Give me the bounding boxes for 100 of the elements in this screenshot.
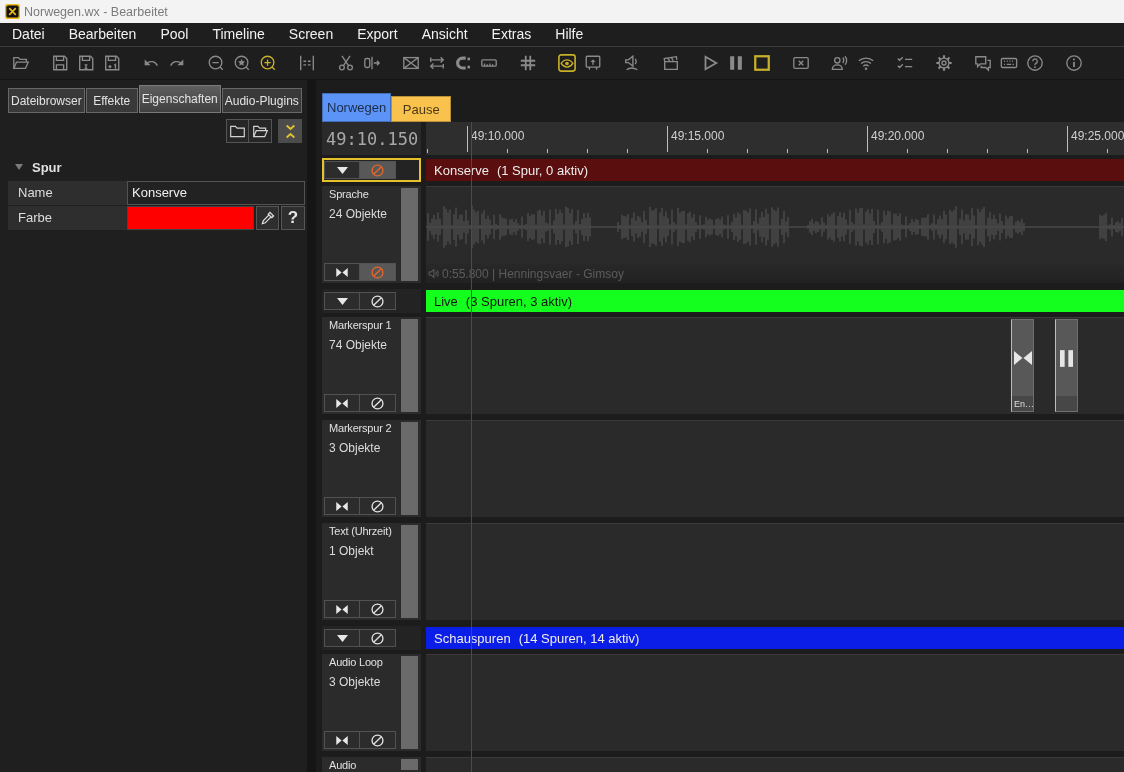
track-header[interactable]: Audio [322,757,421,772]
app-logo-icon [5,4,20,19]
slash-circle-icon [371,733,384,747]
menu-item[interactable]: Ansicht [409,23,480,46]
track-handle[interactable] [401,656,418,749]
track-handle[interactable] [401,319,418,412]
track-header[interactable]: Text (Uhrzeit) 1 Objekt [322,523,421,620]
expand-button[interactable] [324,292,360,310]
caret-down-icon [336,297,348,305]
save-plus-icon[interactable] [103,54,121,72]
timeline-marker[interactable]: En… [1011,319,1034,412]
info-icon[interactable] [1065,54,1083,72]
split-icon[interactable] [363,54,381,72]
caret-down-icon [336,166,348,174]
bowtie-button[interactable] [324,263,360,281]
settings-icon[interactable] [935,54,953,72]
deactivate-button[interactable] [360,394,396,412]
panel-tab[interactable]: Audio-Plugins [221,88,302,113]
menu-item[interactable]: Extras [479,23,544,46]
menu-item[interactable]: Timeline [200,23,277,46]
deactivate-button[interactable] [360,497,396,515]
deactivate-button[interactable] [360,600,396,618]
chat-icon[interactable] [974,54,992,72]
track-handle[interactable] [401,422,418,515]
track-handle[interactable] [401,525,418,618]
speaker-icon [428,268,439,279]
swap-arrows-icon[interactable] [428,54,446,72]
track-name: Text (Uhrzeit) [328,525,392,538]
eyedropper-button[interactable] [256,206,279,230]
caret-down-icon [336,634,348,642]
time-ruler[interactable]: 49:10.000 49:15.000 49:20.000 49:25.000 [426,122,1124,155]
collapse-button[interactable] [278,119,302,143]
close-box-icon[interactable] [792,54,810,72]
bowtie-icon [336,501,348,511]
bowtie-button[interactable] [324,731,360,749]
panel-tab[interactable]: Effekte [85,88,138,113]
timeline-tab[interactable]: Pause [391,96,452,122]
slash-circle-icon [371,499,384,513]
clapperboard-icon[interactable] [662,54,680,72]
timeline-tab[interactable]: Norwegen [322,93,392,122]
screen-upload-icon[interactable] [584,54,602,72]
bowtie-icon [336,398,348,408]
timeline-marker[interactable] [1055,319,1078,412]
magnet-icon[interactable] [454,54,472,72]
group-name: Live [434,293,458,309]
menu-item[interactable]: Export [345,23,410,46]
stop-icon[interactable] [753,54,771,72]
ruler-label: 49:20.000 [871,129,925,143]
save-icon[interactable] [51,54,69,72]
bowtie-icon [336,604,348,614]
wifi-icon[interactable] [857,54,875,72]
menu-item[interactable]: Datei [0,23,57,46]
window-title: Norwegen.wx - Bearbeitet [24,4,168,19]
zoom-out-icon[interactable] [207,54,225,72]
menu-item[interactable]: Hilfe [543,23,596,46]
bowtie-button[interactable] [324,497,360,515]
color-field[interactable] [127,206,254,230]
star-circle-icon[interactable] [233,54,251,72]
deactivate-button[interactable] [360,731,396,749]
menu-item[interactable]: Pool [148,23,201,46]
marker-label: En… [1014,398,1034,409]
slash-circle-icon [371,294,384,308]
deactivate-button[interactable] [360,292,396,310]
deactivate-button[interactable] [360,629,396,647]
track-name: Audio [328,759,357,772]
object-count: 24 Objekte [328,208,388,221]
help-icon[interactable] [1026,54,1044,72]
property-label: Name [8,181,127,205]
bowtie-button[interactable] [324,600,360,618]
expand-button[interactable] [324,629,360,647]
bowtie-button[interactable] [324,394,360,412]
bowtie-box-icon[interactable] [402,54,420,72]
bowtie-icon [336,267,348,277]
property-label: Farbe [8,206,127,230]
group-summary: (1 Spur, 0 aktiv) [496,162,588,178]
track-header[interactable]: Audio Loop 3 Objekte [322,654,421,751]
align-icon[interactable] [298,54,316,72]
slash-circle-icon [371,631,384,645]
new-folder-button[interactable] [226,119,249,143]
eye-icon[interactable] [558,54,576,72]
panel-tab[interactable]: Eigenschaften [138,85,221,113]
pause-icon[interactable] [727,54,745,72]
menu-item[interactable]: Bearbeiten [56,23,149,46]
track-header[interactable]: Markerspur 1 74 Objekte [322,317,421,414]
track-handle[interactable] [401,188,418,281]
group-summary: (14 Spuren, 14 aktiv) [518,630,640,646]
person-speaking-icon[interactable] [831,54,849,72]
zoom-in-icon[interactable] [259,54,277,72]
save-as-icon[interactable] [77,54,95,72]
grid-icon[interactable] [519,54,537,72]
text-field[interactable]: Konserve [127,181,305,205]
scissors-icon[interactable] [337,54,355,72]
speaker-icon[interactable] [623,54,641,72]
open-folder-button[interactable] [249,119,272,143]
help-button[interactable]: ? [281,206,305,230]
panel-tab[interactable]: Dateibrowser [8,88,85,113]
menu-item[interactable]: Screen [276,23,346,46]
track-header[interactable]: Markerspur 2 3 Objekte [322,420,421,517]
folder-open-icon[interactable] [12,54,30,72]
caret-down-icon[interactable] [15,164,23,170]
